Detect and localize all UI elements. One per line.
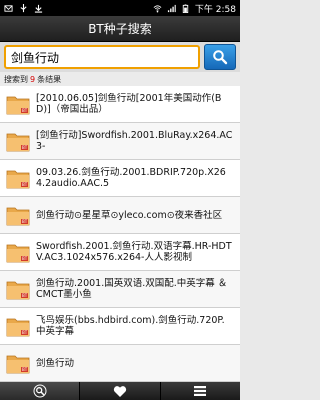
status-bar: 下午 2:58 — [0, 0, 240, 16]
svg-text:BT: BT — [22, 219, 28, 224]
nav-menu-button[interactable] — [161, 382, 240, 400]
svg-text:BT: BT — [22, 330, 28, 335]
result-count: 搜索到 9 条结果 — [0, 72, 240, 86]
svg-text:BT: BT — [22, 367, 28, 372]
list-item[interactable]: BT Swordfish.2001.剑鱼行动.双语字幕.HR-HDTV.AC3.… — [0, 234, 240, 271]
magnifier-icon — [33, 384, 47, 398]
folder-icon: BT — [6, 207, 30, 226]
bottom-nav — [0, 382, 240, 400]
folder-icon: BT — [6, 355, 30, 374]
app-title: BT种子搜索 — [88, 22, 152, 36]
folder-icon: BT — [6, 281, 30, 300]
search-button[interactable] — [204, 44, 236, 70]
wifi-icon — [153, 4, 162, 12]
list-item[interactable]: BT 飞鸟娱乐(bbs.hdbird.com).剑鱼行动.720P.中英字幕 — [0, 308, 240, 345]
svg-text:BT: BT — [22, 293, 28, 298]
svg-text:BT: BT — [22, 145, 28, 150]
folder-icon: BT — [6, 170, 30, 189]
list-item-title: 飞鸟娱乐(bbs.hdbird.com).剑鱼行动.720P.中英字幕 — [36, 315, 225, 337]
folder-icon: BT — [6, 318, 30, 337]
result-count-number: 9 — [30, 74, 36, 84]
list-item[interactable]: BT 剑鱼行动⊙星星草⊙yleco.com⊙夜来香社区 — [0, 197, 240, 234]
result-count-suffix: 条结果 — [37, 74, 62, 84]
list-icon — [194, 386, 207, 396]
result-count-prefix: 搜索到 — [4, 74, 28, 84]
nav-search-button[interactable] — [0, 382, 81, 400]
list-item-title: [2010.06.05]剑鱼行动[2001年美国动作(BD)]（帝国出品） — [36, 93, 222, 115]
list-item[interactable]: BT 09.03.26.剑鱼行动.2001.BDRIP.720p.X264.2a… — [0, 160, 240, 197]
search-row: 剑鱼行动 — [0, 42, 240, 72]
signal-icon — [167, 4, 176, 12]
list-item-title: 09.03.26.剑鱼行动.2001.BDRIP.720p.X264.2audi… — [36, 167, 226, 189]
nav-favorite-button[interactable] — [80, 382, 161, 400]
result-list: BT [2010.06.05]剑鱼行动[2001年美国动作(BD)]（帝国出品）… — [0, 86, 240, 382]
heart-icon — [113, 385, 127, 397]
download-icon — [34, 4, 43, 13]
svg-text:BT: BT — [22, 108, 28, 113]
folder-icon: BT — [6, 244, 30, 263]
usb-icon — [20, 3, 27, 12]
search-input-value: 剑鱼行动 — [11, 50, 60, 65]
folder-icon: BT — [6, 133, 30, 152]
list-item-title: 剑鱼行动 — [36, 357, 75, 369]
list-item[interactable]: BT 剑鱼行动 — [0, 345, 240, 382]
list-item-title: Swordfish.2001.剑鱼行动.双语字幕.HR-HDTV.AC3.102… — [36, 241, 232, 263]
battery-icon — [182, 3, 189, 13]
list-item-title: 剑鱼行动⊙星星草⊙yleco.com⊙夜来香社区 — [36, 209, 223, 221]
list-item[interactable]: BT [剑鱼行动]Swordfish.2001.BluRay.x264.AC3- — [0, 123, 240, 160]
svg-text:BT: BT — [22, 256, 28, 261]
list-item-title: [剑鱼行动]Swordfish.2001.BluRay.x264.AC3- — [36, 130, 233, 152]
list-item-title: 剑鱼行动.2001.国英双语.双国配.中英字幕 ＆ CMCT墨小鱼 — [36, 278, 228, 300]
folder-icon: BT — [6, 96, 30, 115]
search-input[interactable]: 剑鱼行动 — [4, 45, 200, 69]
list-item[interactable]: BT [2010.06.05]剑鱼行动[2001年美国动作(BD)]（帝国出品） — [0, 86, 240, 123]
list-item[interactable]: BT 剑鱼行动.2001.国英双语.双国配.中英字幕 ＆ CMCT墨小鱼 — [0, 271, 240, 308]
status-left — [4, 3, 43, 13]
app-title-bar: BT种子搜索 — [0, 16, 240, 42]
status-right: 下午 2:58 — [153, 2, 236, 15]
search-icon — [213, 50, 228, 65]
screen: 下午 2:58 BT种子搜索 剑鱼行动 搜索到 9 条结果 BT [2010.0… — [0, 0, 240, 400]
svg-text:BT: BT — [22, 182, 28, 187]
notification-icon — [4, 4, 13, 12]
status-time: 下午 2:58 — [194, 4, 236, 15]
